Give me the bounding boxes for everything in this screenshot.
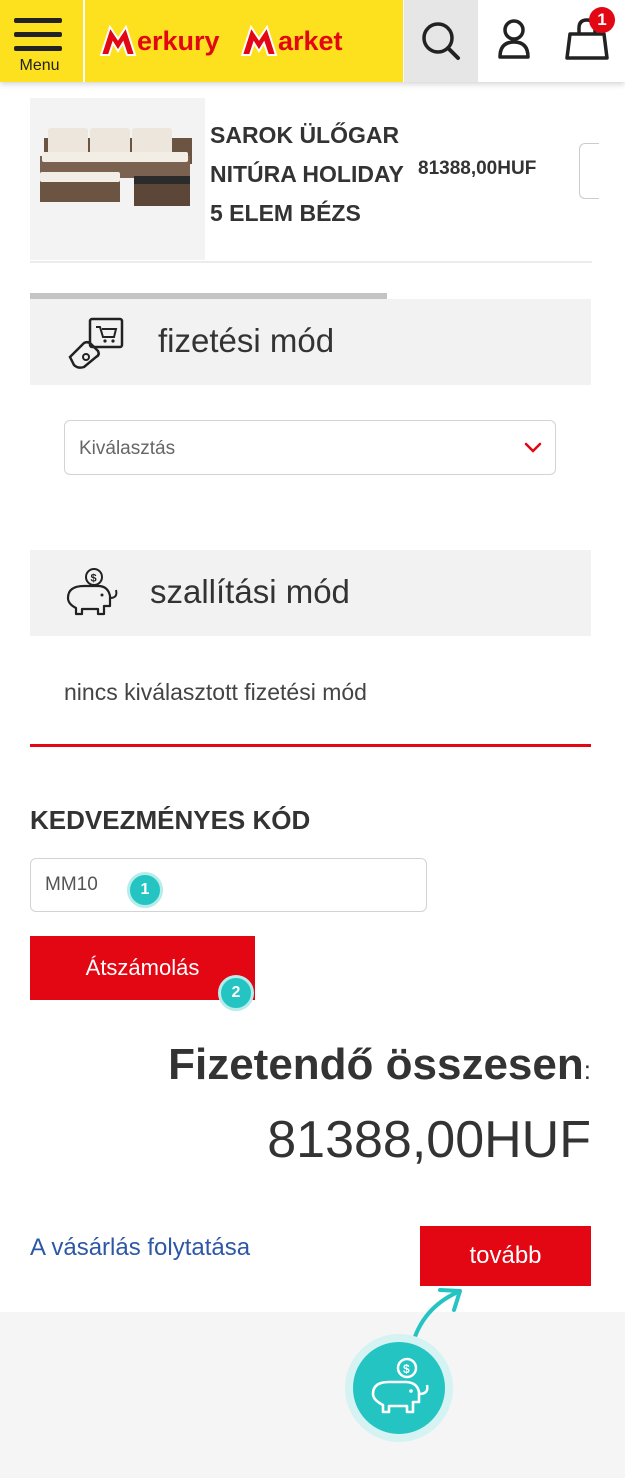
- menu-label: Menu: [19, 57, 60, 74]
- footer-area: [0, 1312, 625, 1478]
- payment-method-select[interactable]: Kiválasztás: [64, 420, 556, 475]
- payment-method-select-value: Kiválasztás: [79, 438, 176, 459]
- coupon-title: KEDVEZMÉNYES KÓD: [30, 805, 311, 835]
- tutorial-step-marker: 2: [218, 975, 254, 1011]
- svg-text:$: $: [403, 1362, 410, 1376]
- menu-button[interactable]: Menu: [0, 0, 83, 82]
- tutorial-step-marker: 1: [127, 872, 163, 908]
- merkury-market-logo[interactable]: erkury arket: [85, 0, 403, 82]
- piggy-bank-icon: $: [66, 568, 118, 616]
- total-label-text: Fizetendő összesen: [168, 1040, 584, 1089]
- section-divider: [30, 744, 591, 747]
- product-image[interactable]: [30, 98, 205, 260]
- search-button[interactable]: [404, 0, 478, 82]
- cart-button[interactable]: [550, 0, 625, 82]
- shopping-bag-icon: [565, 18, 609, 60]
- svg-text:$: $: [91, 573, 97, 585]
- piggy-bank-icon: $: [371, 1357, 429, 1414]
- top-header: Menu erkury arket 1: [0, 0, 625, 82]
- total-label: Fizetendő összesen:: [168, 1040, 591, 1090]
- hamburger-icon: [14, 18, 62, 23]
- product-price: 81388,00HUF: [418, 158, 537, 179]
- no-method-message: nincs kiválasztott fizetési mód: [64, 679, 367, 705]
- cart-count-badge: 1: [589, 7, 615, 33]
- coupon-code-input[interactable]: [30, 858, 427, 912]
- total-label-colon: :: [583, 1055, 591, 1085]
- payment-method-header: fizetési mód: [30, 299, 591, 385]
- logo-text-1: erkury: [137, 26, 220, 56]
- user-icon: [498, 19, 530, 59]
- shipping-method-title: szallítási mód: [150, 573, 350, 610]
- cart-product-row: SAROK ÜLŐGAR NITÚRA HOLIDAY 5 ELEM BÉZS …: [30, 98, 599, 263]
- search-icon: [422, 22, 460, 60]
- tutorial-badge: $: [353, 1342, 445, 1434]
- shipping-method-header: $ szallítási mód: [30, 550, 591, 636]
- product-name[interactable]: SAROK ÜLŐGAR NITÚRA HOLIDAY 5 ELEM BÉZS: [210, 116, 410, 233]
- chevron-down-icon: [524, 442, 542, 453]
- payment-method-title: fizetési mód: [158, 322, 335, 359]
- total-amount: 81388,00HUF: [267, 1111, 591, 1169]
- continue-shopping-link[interactable]: A vásárlás folytatása: [30, 1234, 250, 1262]
- quantity-field[interactable]: [579, 143, 599, 199]
- logo-text-2: arket: [278, 26, 343, 56]
- payment-cart-icon: [68, 317, 124, 369]
- account-button[interactable]: [478, 0, 550, 82]
- next-button[interactable]: tovább: [420, 1226, 591, 1286]
